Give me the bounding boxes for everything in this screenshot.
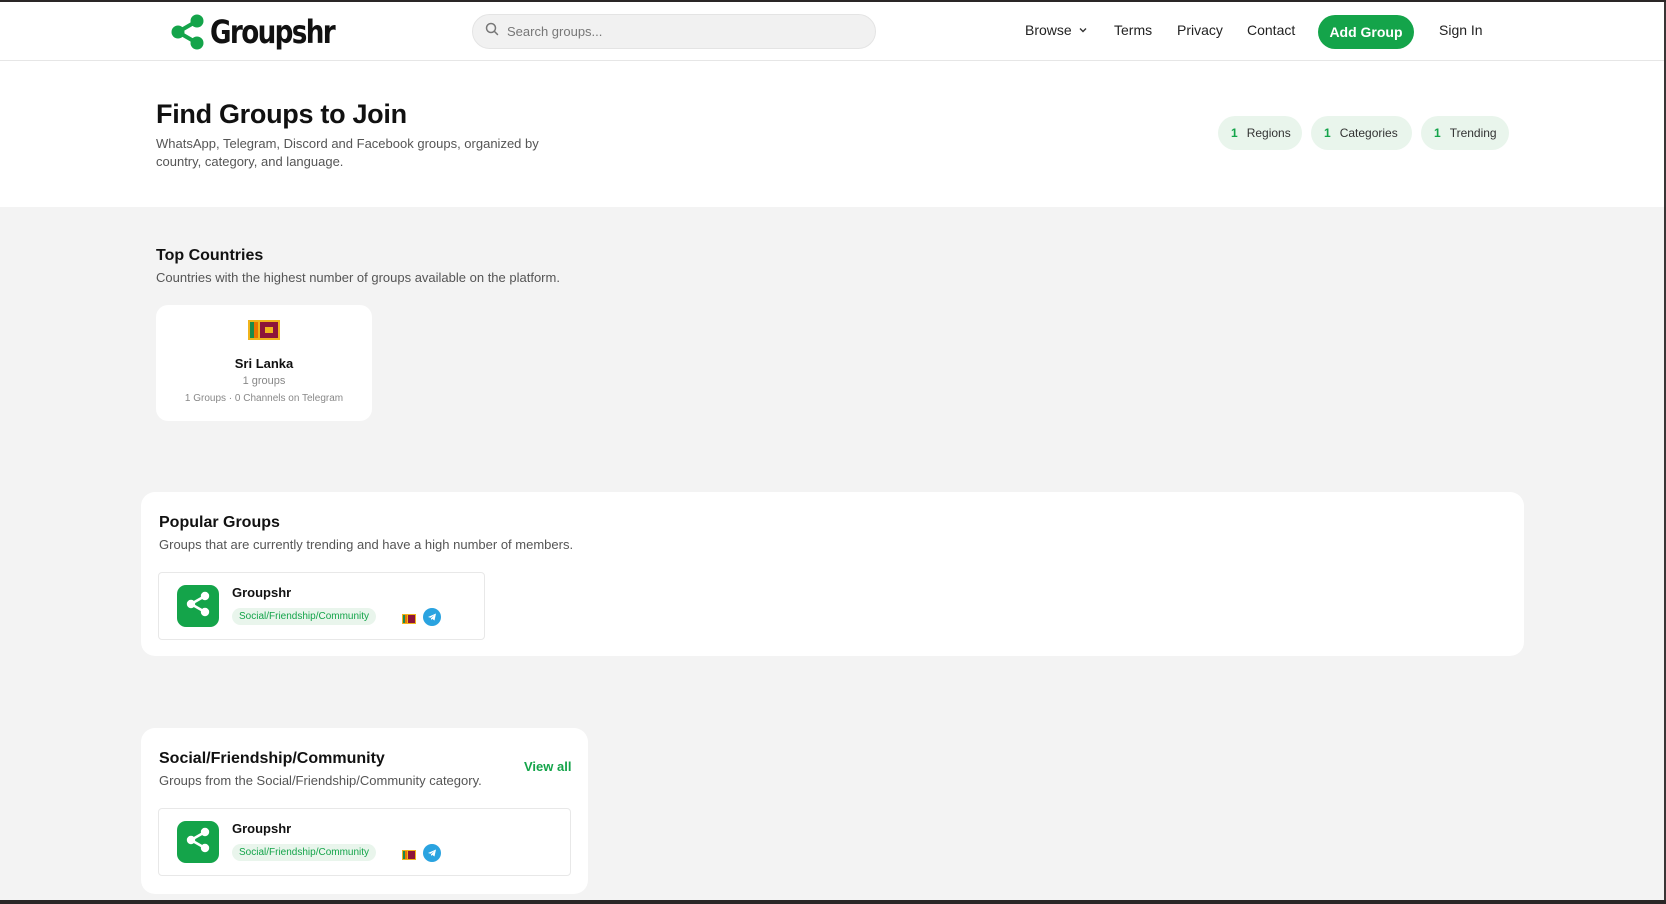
group-avatar <box>177 821 219 863</box>
search-bar[interactable] <box>472 14 876 49</box>
view-all-link[interactable]: View all <box>524 759 571 774</box>
stat-regions-label: Regions <box>1246 126 1291 140</box>
telegram-icon <box>423 844 441 862</box>
stat-trending[interactable]: 1 Trending <box>1421 116 1509 150</box>
page-subtitle: WhatsApp, Telegram, Discord and Facebook… <box>156 136 539 169</box>
nav-privacy[interactable]: Privacy <box>1177 22 1223 38</box>
category-badge[interactable]: Social/Friendship/Community <box>232 844 377 861</box>
nav-browse[interactable]: Browse <box>1025 22 1088 38</box>
share-logo-icon <box>170 14 206 50</box>
sri-lanka-flag-icon <box>248 320 280 345</box>
nav-terms[interactable]: Terms <box>1114 22 1152 38</box>
share-icon <box>184 826 212 859</box>
popular-groups-subtitle: Groups that are currently trending and h… <box>159 537 574 552</box>
group-card[interactable]: Groupshr Social/Friendship/Community <box>158 572 485 640</box>
stat-categories-count: 1 <box>1324 126 1331 140</box>
category-badge[interactable]: Social/Friendship/Community <box>232 608 377 625</box>
stat-regions-count: 1 <box>1231 126 1238 140</box>
group-name: Groupshr <box>232 585 292 600</box>
nav-contact[interactable]: Contact <box>1247 22 1295 38</box>
group-card[interactable]: Groupshr Social/Friendship/Community <box>158 808 571 876</box>
stat-categories[interactable]: 1 Categories <box>1311 116 1412 150</box>
page-title: Find Groups to Join <box>156 99 407 129</box>
category-title: Social/Friendship/Community <box>159 750 385 767</box>
add-group-button[interactable]: Add Group <box>1318 15 1414 49</box>
country-meta: 1 Groups · 0 Channels on Telegram <box>184 393 344 404</box>
share-icon <box>184 590 212 623</box>
sri-lanka-flag-icon <box>402 847 416 865</box>
category-subtitle: Groups from the Social/Friendship/Commun… <box>159 773 482 788</box>
top-countries-subtitle: Countries with the highest number of gro… <box>156 270 560 285</box>
country-name: Sri Lanka <box>234 356 294 371</box>
nav-browse-label: Browse <box>1025 22 1072 38</box>
brand-name: Groupshr <box>210 13 336 51</box>
sign-in-link[interactable]: Sign In <box>1439 22 1483 38</box>
country-card[interactable]: Sri Lanka 1 groups 1 Groups · 0 Channels… <box>156 305 372 421</box>
country-group-count: 1 groups <box>242 375 286 387</box>
sri-lanka-flag-icon <box>402 611 416 629</box>
search-icon <box>485 22 499 41</box>
stat-regions[interactable]: 1 Regions <box>1218 116 1302 150</box>
telegram-icon <box>423 608 441 626</box>
stat-trending-label: Trending <box>1449 126 1497 140</box>
popular-groups-panel: Popular Groups Groups that are currently… <box>141 492 1524 656</box>
brand-logo[interactable]: Groupshr <box>170 12 361 52</box>
window-bottom-edge <box>0 900 1666 904</box>
popular-groups-title: Popular Groups <box>159 514 280 531</box>
search-input[interactable] <box>507 24 847 39</box>
stat-categories-label: Categories <box>1339 126 1398 140</box>
group-avatar <box>177 585 219 627</box>
category-panel: Social/Friendship/Community Groups from … <box>141 728 588 894</box>
group-name: Groupshr <box>232 821 292 836</box>
hero-section: Find Groups to Join WhatsApp, Telegram, … <box>0 61 1664 207</box>
chevron-down-icon <box>1078 22 1088 38</box>
top-countries-title: Top Countries <box>156 247 264 264</box>
site-header: Groupshr Browse Terms Privacy Contact Ad… <box>0 2 1664 61</box>
stat-trending-count: 1 <box>1434 126 1441 140</box>
page: Groupshr Browse Terms Privacy Contact Ad… <box>0 2 1666 902</box>
